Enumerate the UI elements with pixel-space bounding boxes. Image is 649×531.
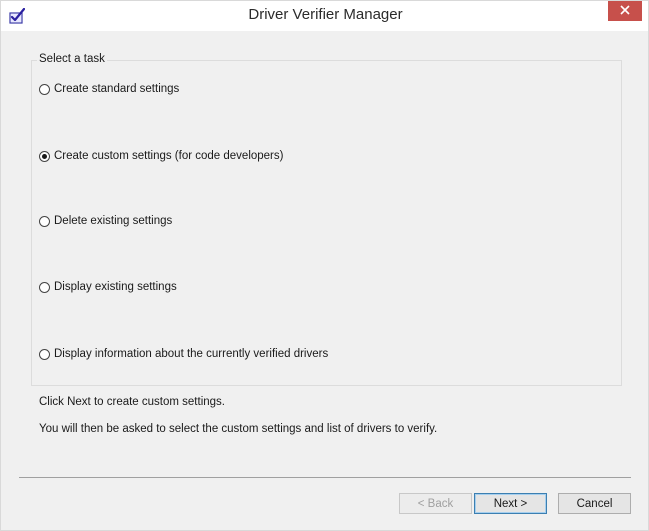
radio-label: Delete existing settings [54, 215, 173, 227]
title-bar[interactable]: Driver Verifier Manager [1, 1, 648, 31]
cancel-button[interactable]: Cancel [558, 493, 631, 514]
close-button[interactable] [608, 1, 642, 21]
radio-button[interactable] [39, 83, 50, 95]
radio-display-verified-drivers-info[interactable]: Display information about the currently … [39, 346, 328, 362]
driver-verifier-manager-window: Driver Verifier Manager Select a task Cr… [0, 0, 649, 531]
back-button[interactable]: < Back [399, 493, 472, 514]
close-icon [620, 2, 630, 20]
radio-label: Display information about the currently … [54, 348, 329, 360]
radio-display-existing-settings[interactable]: Display existing settings [39, 279, 177, 295]
info-text-line-1: Click Next to create custom settings. [39, 396, 225, 408]
radio-button[interactable] [39, 281, 50, 293]
verifier-checkmark-icon [9, 7, 26, 24]
radio-button[interactable] [39, 215, 50, 227]
radio-label: Create custom settings (for code develop… [54, 150, 284, 162]
radio-delete-existing-settings[interactable]: Delete existing settings [39, 213, 172, 229]
radio-label: Display existing settings [54, 281, 177, 293]
window-title: Driver Verifier Manager [248, 6, 403, 23]
radio-label: Create standard settings [54, 83, 180, 95]
next-button[interactable]: Next > [474, 493, 547, 514]
footer-separator [19, 477, 631, 478]
radio-create-standard-settings[interactable]: Create standard settings [39, 81, 179, 97]
info-text-line-2: You will then be asked to select the cus… [39, 423, 438, 435]
task-group-label: Select a task [37, 53, 107, 65]
radio-create-custom-settings[interactable]: Create custom settings (for code develop… [39, 148, 283, 164]
radio-selected-dot [42, 153, 47, 159]
radio-button[interactable] [39, 150, 50, 162]
radio-button[interactable] [39, 348, 50, 360]
